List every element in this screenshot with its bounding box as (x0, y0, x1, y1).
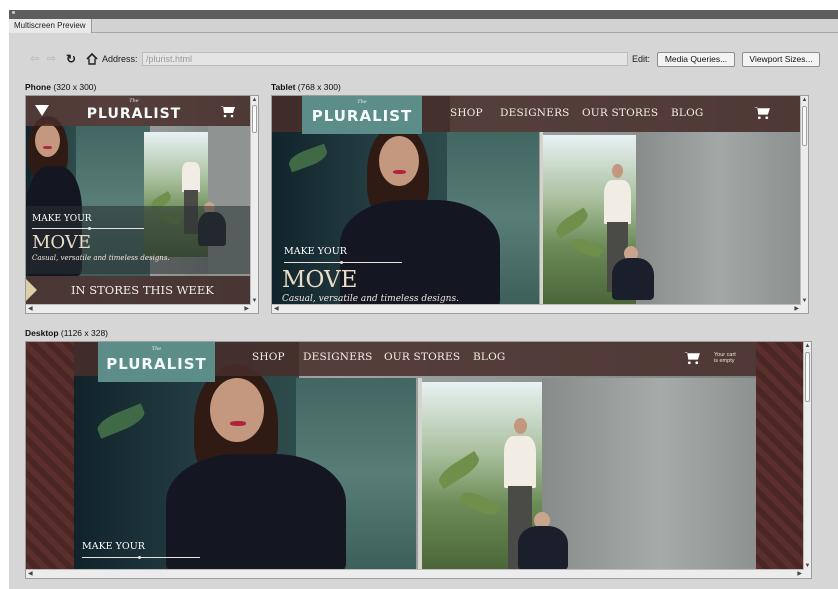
tablet-vertical-scroll-thumb[interactable] (802, 106, 807, 146)
tablet-cart-icon[interactable] (754, 106, 771, 120)
desktop-label-dims: (1126 x 328) (60, 328, 109, 338)
address-input[interactable]: /plurist.html (142, 52, 628, 66)
phone-cart-icon[interactable] (220, 105, 236, 118)
toolbar: ⇦ ⇨ ↻ Address: /plurist.html Edit: Media… (9, 33, 838, 73)
tab-multiscreen-preview[interactable]: Multiscreen Preview (9, 19, 92, 33)
tablet-label-dims: (768 x 300) (297, 82, 341, 92)
phone-vertical-scroll-thumb[interactable] (252, 105, 257, 133)
edit-label: Edit: (632, 54, 651, 64)
tab-bar: Multiscreen Preview (9, 19, 838, 33)
tablet-horizontal-scrollbar[interactable]: ◀ ▶ (272, 304, 801, 313)
tablet-nav-designers[interactable]: DESIGNERS (500, 107, 570, 119)
home-icon[interactable] (85, 52, 99, 66)
tablet-logo-text: PLURALIST (311, 107, 413, 125)
media-queries-button[interactable]: Media Queries... (657, 52, 735, 67)
desktop-nav-blog[interactable]: BLOG (473, 351, 506, 363)
desktop-logo-the: The (151, 346, 162, 352)
phone-horizontal-scrollbar[interactable]: ◀ ▶ (26, 304, 251, 313)
window-title-strip (9, 10, 838, 19)
desktop-page: The PLURALIST SHOP DESIGNERS OUR STORES … (26, 342, 804, 570)
desktop-nav-our-stores[interactable]: OUR STORES (384, 351, 460, 363)
phone-logo-the: The (129, 98, 139, 104)
phone-hero-subtitle: Casual, versatile and timeless designs. (32, 254, 170, 262)
desktop-hero-make: MAKE YOUR (82, 541, 145, 552)
tablet-nav-our-stores[interactable]: OUR STORES (582, 107, 658, 119)
phone-logo[interactable]: The PLURALIST (84, 97, 184, 125)
phone-label-name: Phone (25, 82, 51, 92)
desktop-horizontal-scrollbar[interactable]: ◀ ▶ (26, 569, 804, 578)
tablet-nav-blog[interactable]: BLOG (671, 107, 704, 119)
tablet-label-name: Tablet (271, 82, 296, 92)
desktop-label-name: Desktop (25, 328, 59, 338)
tablet-logo-the: The (357, 99, 367, 105)
desktop-cart-icon[interactable] (684, 351, 701, 365)
tablet-vertical-scrollbar[interactable]: ▲ ▼ (800, 96, 808, 305)
desktop-logo[interactable]: The PLURALIST (98, 342, 215, 382)
phone-vertical-scrollbar[interactable]: ▲ ▼ (250, 96, 258, 305)
phone-hero-make: MAKE YOUR (32, 214, 92, 224)
tablet-viewport-label: Tablet (768 x 300) (271, 82, 341, 92)
phone-banner-arrow-icon (26, 279, 37, 301)
desktop-vertical-scrollbar[interactable]: ▲ ▼ (803, 342, 811, 570)
phone-menu-toggle-icon[interactable] (35, 105, 49, 117)
tablet-logo[interactable]: The PLURALIST (302, 96, 422, 134)
desktop-nav-designers[interactable]: DESIGNERS (303, 351, 373, 363)
window-grip[interactable] (12, 11, 15, 14)
phone-logo-text: PLURALIST (86, 106, 182, 122)
tablet-hero-make: MAKE YOUR (284, 246, 347, 257)
multiscreen-panel: ⇦ ⇨ ↻ Address: /plurist.html Edit: Media… (9, 33, 838, 589)
phone-label-dims: (320 x 300) (53, 82, 97, 92)
desktop-nav-shop[interactable]: SHOP (252, 351, 285, 363)
refresh-icon[interactable]: ↻ (66, 53, 76, 65)
desktop-logo-text: PLURALIST (106, 355, 207, 373)
desktop-viewport[interactable]: The PLURALIST SHOP DESIGNERS OUR STORES … (25, 341, 812, 579)
tablet-page: The PLURALIST SHOP DESIGNERS OUR STORES … (272, 96, 801, 305)
desktop-cart-status-line2: is empty (714, 358, 735, 364)
forward-arrow-icon[interactable]: ⇨ (47, 53, 56, 65)
phone-page: The PLURALIST MAKE YOUR MOVE Casual, ver… (26, 96, 251, 305)
phone-banner-text: IN STORES THIS WEEK (71, 283, 214, 297)
tablet-hero-subtitle: Casual, versatile and timeless designs. (282, 294, 459, 304)
desktop-viewport-label: Desktop (1126 x 328) (25, 328, 108, 338)
tablet-hero-move: MOVE (282, 267, 358, 293)
viewport-sizes-button[interactable]: Viewport Sizes... (742, 52, 820, 67)
tablet-nav-shop[interactable]: SHOP (450, 107, 483, 119)
desktop-vertical-scroll-thumb[interactable] (805, 352, 810, 402)
desktop-cart-status: Your cart is empty (714, 352, 736, 364)
phone-hero-move: MOVE (32, 232, 92, 253)
address-label: Address: (102, 54, 138, 64)
tablet-viewport[interactable]: The PLURALIST SHOP DESIGNERS OUR STORES … (271, 95, 809, 314)
back-arrow-icon[interactable]: ⇦ (30, 53, 39, 65)
phone-viewport-label: Phone (320 x 300) (25, 82, 96, 92)
phone-viewport[interactable]: The PLURALIST MAKE YOUR MOVE Casual, ver… (25, 95, 259, 314)
